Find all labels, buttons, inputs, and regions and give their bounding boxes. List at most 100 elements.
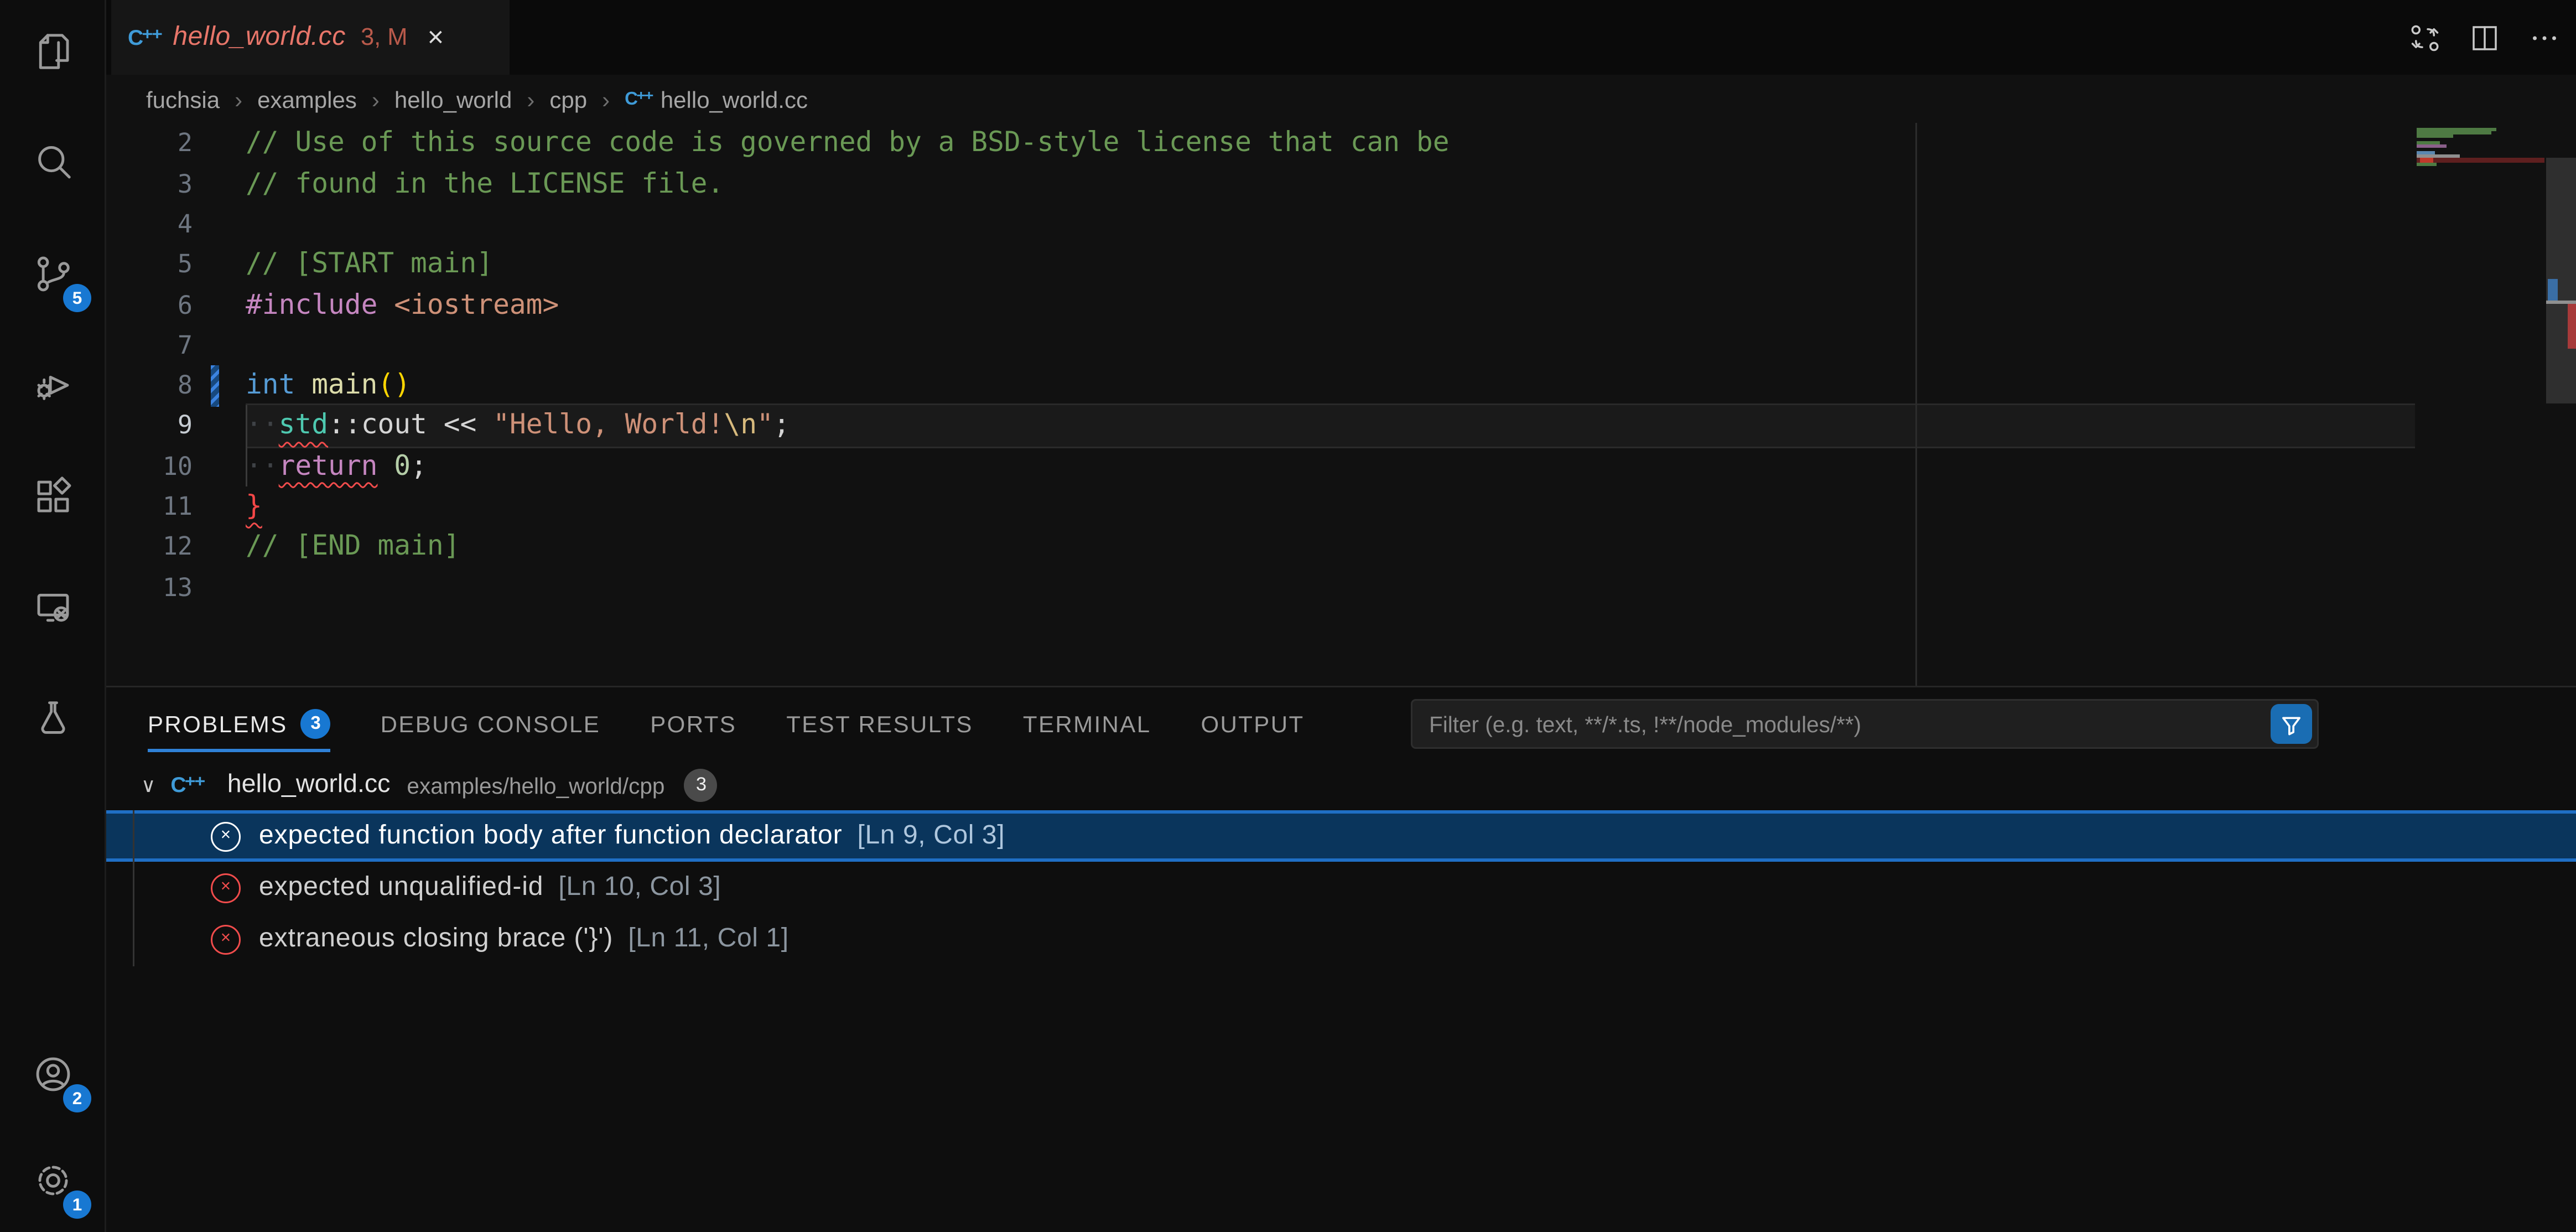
- problems-tree: ∨ C⁺⁺ hello_world.cc examples/hello_worl…: [105, 760, 2576, 965]
- line-number[interactable]: 7: [105, 325, 193, 365]
- code-line-2[interactable]: 2// Use of this source code is governed …: [105, 123, 2576, 165]
- extensions-icon: [31, 475, 74, 518]
- line-content: #include <iostream>: [246, 285, 559, 325]
- problem-message: extraneous closing brace ('}'): [259, 924, 613, 954]
- problems-count-badge: 3: [684, 769, 718, 802]
- code-line-11[interactable]: 11}: [105, 486, 2576, 528]
- remote-explorer-icon: [31, 586, 74, 629]
- code-line-10[interactable]: 10··return 0;: [105, 446, 2576, 488]
- activity-item-explorer[interactable]: [0, 18, 105, 85]
- breadcrumb-item-cpp[interactable]: cpp: [549, 86, 587, 112]
- problem-row[interactable]: ×expected function body after function d…: [105, 810, 2576, 862]
- breadcrumb-separator: ›: [527, 86, 534, 112]
- problems-badge: 3: [301, 709, 331, 739]
- line-number[interactable]: 13: [105, 567, 193, 608]
- column-ruler: [1915, 123, 1917, 686]
- line-number[interactable]: 3: [105, 164, 193, 204]
- line-number[interactable]: 12: [105, 527, 193, 567]
- activity-item-testing[interactable]: [0, 686, 105, 752]
- panel-tab-problems[interactable]: PROBLEMS 3: [148, 687, 331, 760]
- panel-tab-debug-console[interactable]: DEBUG CONSOLE: [381, 687, 601, 760]
- code-line-3[interactable]: 3 // found in the LICENSE file.: [105, 164, 2576, 205]
- indent-guide: [246, 406, 247, 486]
- breadcrumb-item-fuchsia[interactable]: fuchsia: [146, 86, 220, 112]
- cpp-file-icon: C⁺⁺: [625, 88, 652, 110]
- line-number[interactable]: 9: [105, 406, 193, 446]
- line-number[interactable]: 8: [105, 365, 193, 406]
- panel-tab-output[interactable]: OUTPUT: [1201, 687, 1304, 760]
- problem-row[interactable]: ×expected unqualified-id[Ln 10, Col 3]: [105, 862, 2576, 913]
- code-line-12[interactable]: 12 // [END main]: [105, 527, 2576, 568]
- gutter-modified-indicator: [211, 365, 219, 407]
- breadcrumb-item-hello_world[interactable]: hello_world: [394, 86, 512, 112]
- minimap-line: [2417, 158, 2544, 163]
- panel-tab-test-results[interactable]: TEST RESULTS: [786, 687, 973, 760]
- problems-file-group[interactable]: ∨ C⁺⁺ hello_world.cc examples/hello_worl…: [105, 760, 2576, 810]
- scrollbar[interactable]: [2546, 158, 2576, 403]
- chevron-down-icon[interactable]: ∨: [141, 774, 155, 797]
- breadcrumb-item-file[interactable]: hello_world.cc: [661, 86, 808, 112]
- code-line-9[interactable]: 9 ··std::cout << "Hello, World!\n";: [105, 406, 2576, 447]
- code-line-13[interactable]: 13: [105, 567, 2576, 609]
- breadcrumb-item-examples[interactable]: examples: [257, 86, 357, 112]
- code-line-8[interactable]: 8int main(): [105, 365, 2576, 407]
- activity-item-source-control[interactable]: 5: [0, 241, 105, 307]
- line-content: ··std::cout << "Hello, World!\n";: [246, 406, 790, 446]
- problem-location: [Ln 10, Col 3]: [558, 873, 721, 903]
- search-icon: [31, 141, 74, 184]
- problems-file-path: examples/hello_world/cpp: [407, 773, 664, 798]
- line-number[interactable]: 4: [105, 204, 193, 245]
- problem-row[interactable]: ×extraneous closing brace ('}')[Ln 11, C…: [105, 913, 2576, 965]
- activity-item-search[interactable]: [0, 130, 105, 196]
- split-editor-icon[interactable]: [2466, 19, 2503, 56]
- activity-item-extensions[interactable]: [0, 463, 105, 530]
- tab-close-icon[interactable]: ×: [428, 21, 444, 54]
- line-number[interactable]: 6: [105, 285, 193, 325]
- tree-indent-guide: [133, 810, 134, 966]
- breadcrumb: fuchsia›examples›hello_world›cpp›C⁺⁺hell…: [105, 75, 2576, 123]
- activity-item-run-debug[interactable]: [0, 352, 105, 418]
- line-number[interactable]: 2: [105, 123, 193, 164]
- minimap-line: [2417, 134, 2453, 138]
- activity-item-accounts[interactable]: 2: [0, 1041, 105, 1107]
- code-line-6[interactable]: 6 #include <iostream>: [105, 285, 2576, 327]
- problem-rows: ×expected function body after function d…: [105, 810, 2576, 965]
- panel-tab-label: DEBUG CONSOLE: [381, 711, 601, 737]
- filter-icon[interactable]: [2271, 704, 2312, 744]
- overview-modified-marker: [2548, 279, 2558, 302]
- line-number[interactable]: 10: [105, 446, 193, 486]
- problem-location: [Ln 11, Col 1]: [628, 924, 788, 954]
- panel-tab-label: PROBLEMS: [148, 711, 288, 737]
- panel-tab-label: OUTPUT: [1201, 711, 1304, 737]
- panel-tab-ports[interactable]: PORTS: [650, 687, 736, 760]
- line-content: // [END main]: [246, 527, 460, 567]
- tab-problem-decoration: 3, M: [361, 24, 408, 51]
- tab-title: hello_world.cc: [173, 23, 346, 53]
- problems-filter-input[interactable]: [1412, 701, 2317, 747]
- overview-error-marker: [2568, 304, 2576, 349]
- line-number[interactable]: 11: [105, 486, 193, 527]
- line-content: }: [246, 486, 262, 527]
- code-line-7[interactable]: 7: [105, 325, 2576, 366]
- line-content: // [START main]: [246, 245, 493, 285]
- minimap[interactable]: [2417, 128, 2544, 166]
- more-actions-icon[interactable]: [2526, 19, 2563, 56]
- breadcrumb-separator: ›: [372, 86, 380, 112]
- files-icon: [31, 30, 74, 73]
- cpp-file-icon: C⁺⁺: [170, 772, 204, 799]
- code-line-4[interactable]: 4: [105, 204, 2576, 246]
- panel-tab-terminal[interactable]: TERMINAL: [1023, 687, 1151, 760]
- code-line-5[interactable]: 5 // [START main]: [105, 245, 2576, 286]
- activity-item-settings[interactable]: 1: [0, 1147, 105, 1214]
- activity-item-remote-explorer[interactable]: [0, 574, 105, 641]
- tab-hello-world-cc[interactable]: C⁺⁺ hello_world.cc 3, M ×: [111, 0, 510, 75]
- activity-bar: 5 2 1: [0, 0, 106, 1232]
- line-content: // found in the LICENSE file.: [246, 164, 724, 204]
- problem-location: [Ln 9, Col 3]: [858, 821, 1005, 851]
- editor-tab-bar: C⁺⁺ hello_world.cc 3, M ×: [105, 0, 2576, 75]
- line-number[interactable]: 5: [105, 245, 193, 285]
- open-changes-icon[interactable]: [2407, 19, 2443, 56]
- debug-icon: [31, 364, 74, 407]
- problem-message: expected function body after function de…: [259, 821, 843, 851]
- breadcrumb-separator: ›: [235, 86, 242, 112]
